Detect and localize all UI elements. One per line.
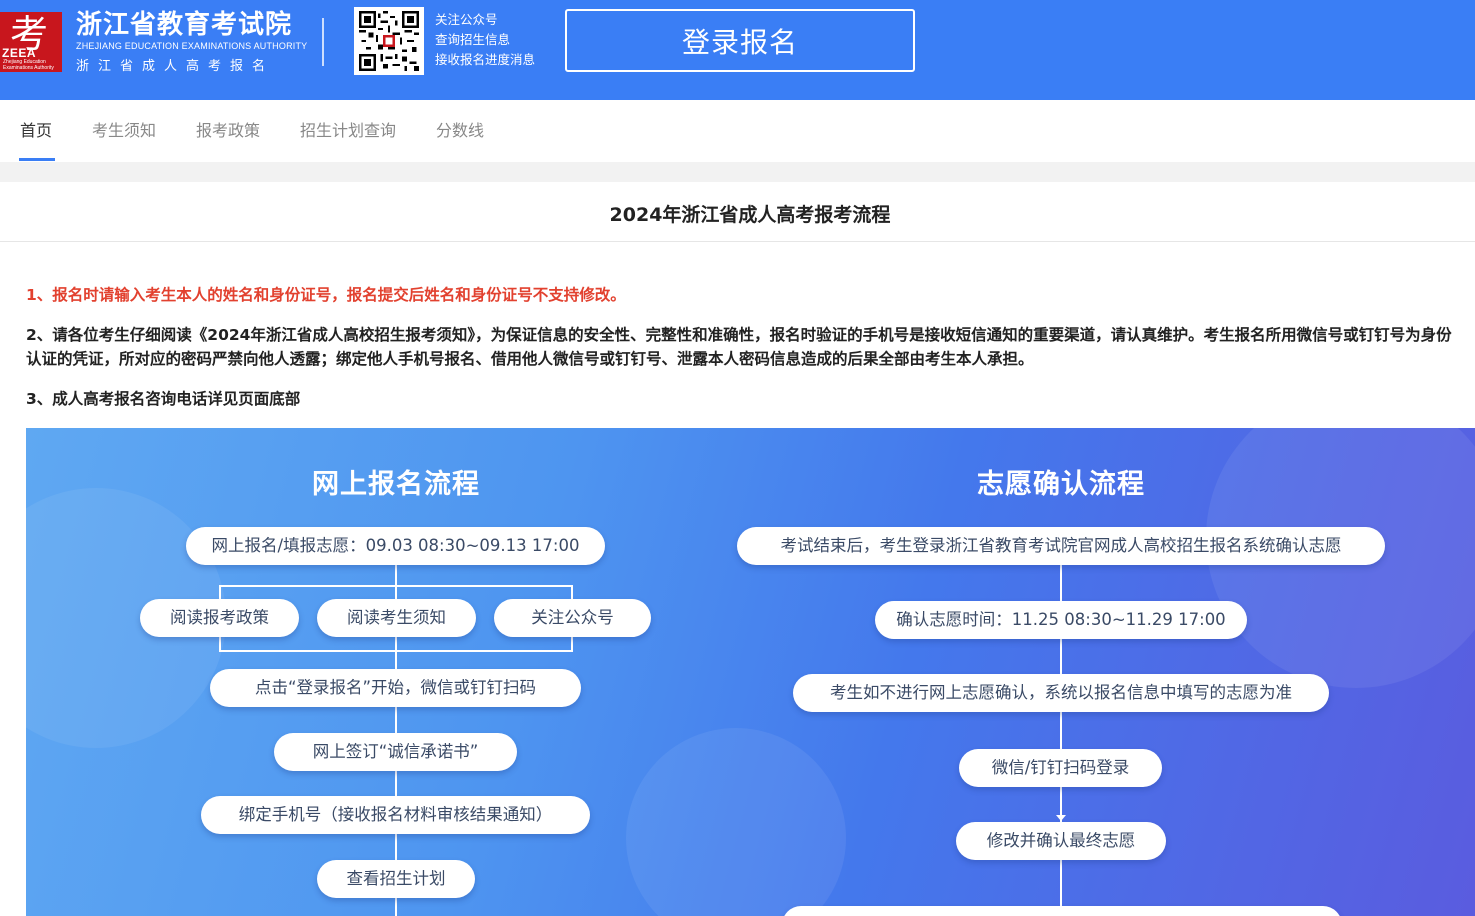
nav-item-candidate-notice[interactable]: 考生须知 xyxy=(92,100,156,162)
logo-small-text: Zhejiang Education Examinations Authorit… xyxy=(3,59,54,71)
step-registration-period: 网上报名/填报志愿：09.03 08:30~09.13 17:00 xyxy=(186,527,605,565)
step-follow-account: 关注公众号 xyxy=(494,599,651,637)
nav-item-score-line[interactable]: 分数线 xyxy=(436,100,484,162)
page-title: 2024年浙江省成人高考报考流程 xyxy=(609,204,891,226)
nav-item-home[interactable]: 首页 xyxy=(20,100,52,162)
flow-arrow-icon xyxy=(1056,815,1066,821)
step-read-policy: 阅读报考政策 xyxy=(140,599,299,637)
flow-connector xyxy=(219,585,573,587)
step-confirm-time: 确认志愿时间：11.25 08:30~11.29 17:00 xyxy=(875,601,1247,639)
header-divider xyxy=(322,18,324,66)
step-read-notice: 阅读考生须知 xyxy=(317,599,476,637)
logo-abbreviation: ZEEA xyxy=(2,46,37,60)
notice-item: 3、成人高考报名咨询电话详见页面底部 xyxy=(26,390,301,408)
site-header: 考 ZEEA Zhejiang Education Examinations A… xyxy=(0,0,1475,100)
qr-code-icon xyxy=(354,7,424,75)
step-view-plan: 查看招生计划 xyxy=(317,860,475,898)
qr-caption-line: 关注公众号 xyxy=(435,12,498,27)
decorative-glow xyxy=(626,728,846,916)
step-sign-pledge: 网上签订“诚信承诺书” xyxy=(274,733,517,771)
notice-item: 1、报名时请输入考生本人的姓名和身份证号，报名提交后姓名和身份证号不支持修改。 xyxy=(26,286,626,304)
step-after-exam: 考试结束后，考生登录浙江省教育考试院官网成人高校招生报名系统确认志愿 xyxy=(737,527,1385,565)
qr-caption: 关注公众号 查询招生信息 接收报名进度消息 xyxy=(435,10,535,70)
notice-item: 2、请各位考生仔细阅读《2024年浙江省成人高校招生报考须知》，为保证信息的安全… xyxy=(26,326,1452,368)
zeea-logo-icon[interactable]: 考 ZEEA Zhejiang Education Examinations A… xyxy=(0,12,62,72)
flow-connector xyxy=(219,650,573,652)
step-default-rule: 考生如不进行网上志愿确认，系统以报名信息中填写的志愿为准 xyxy=(793,674,1329,712)
online-registration-title: 网上报名流程 xyxy=(312,469,480,500)
org-subtitle: 浙江省成人高考报名 xyxy=(76,59,275,74)
step-bind-phone: 绑定手机号（接收报名材料审核结果通知） xyxy=(201,796,590,834)
confirmation-flow-title: 志愿确认流程 xyxy=(977,469,1145,500)
step-scan-login: 微信/钉钉扫码登录 xyxy=(959,749,1162,787)
qr-caption-line: 接收报名进度消息 xyxy=(435,52,536,67)
card-title-bar: 2024年浙江省成人高考报考流程 xyxy=(0,182,1475,242)
org-name-en: ZHEJIANG EDUCATION EXAMINATIONS AUTHORIT… xyxy=(76,41,308,51)
main-nav: 首页 考生须知 报考政策 招生计划查询 分数线 xyxy=(0,100,1475,162)
step-click-login: 点击“登录报名”开始，微信或钉钉扫码 xyxy=(210,669,581,707)
nav-active-indicator xyxy=(19,158,55,161)
org-name-cn: 浙江省教育考试院 xyxy=(76,10,293,40)
step-next-partial xyxy=(782,906,1342,916)
step-modify-confirm: 修改并确认最终志愿 xyxy=(956,822,1166,860)
qr-caption-line: 查询招生信息 xyxy=(435,32,511,47)
process-flow-banner: 网上报名流程 网上报名/填报志愿：09.03 08:30~09.13 17:00… xyxy=(26,428,1475,916)
nav-item-enrollment-plan[interactable]: 招生计划查询 xyxy=(300,100,396,162)
login-register-button[interactable]: 登录报名 xyxy=(565,9,915,72)
nav-item-policy[interactable]: 报考政策 xyxy=(196,100,260,162)
